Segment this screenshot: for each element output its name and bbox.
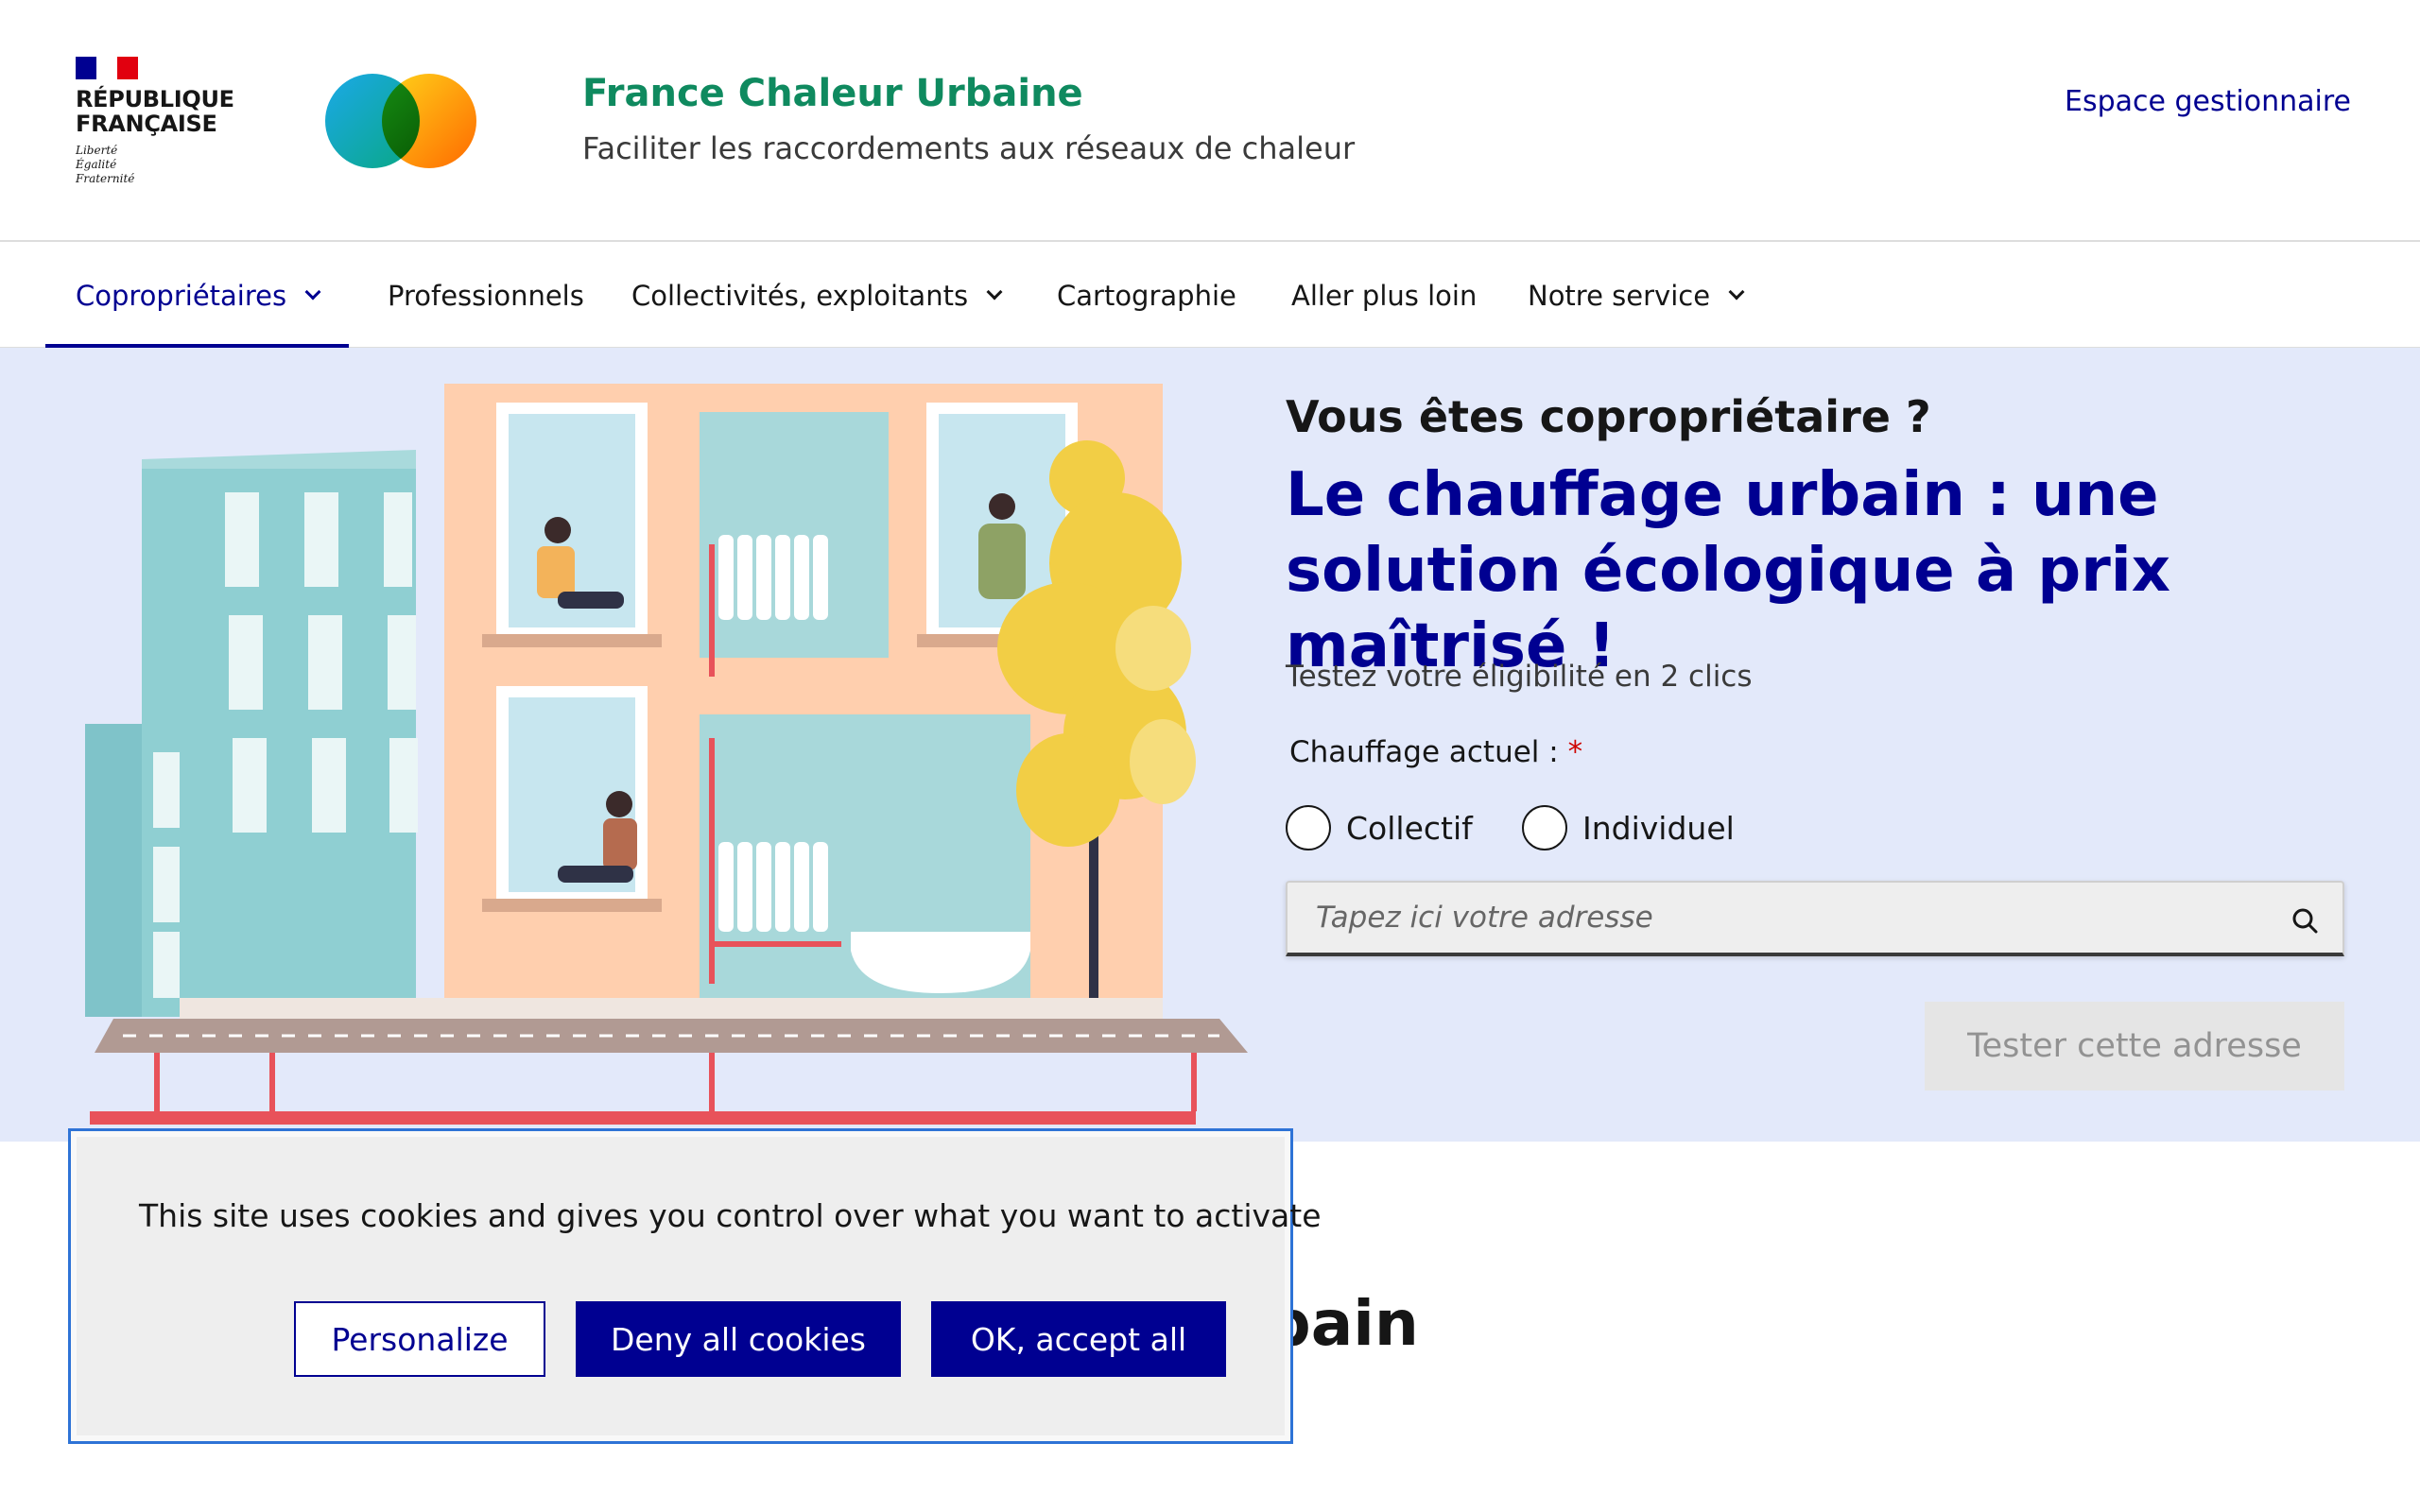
heating-label-text: Chauffage actuel : <box>1289 735 1559 769</box>
test-address-button[interactable]: Tester cette adresse <box>1925 1002 2344 1091</box>
radio-circle[interactable] <box>1522 805 1567 850</box>
gov-motto: Liberté Égalité Fraternité <box>76 144 227 186</box>
hero-pre-title: Vous êtes copropriétaire ? <box>1286 391 1931 442</box>
nav-item-collectivites[interactable]: Collectivités, exploitants <box>631 244 1003 348</box>
cookie-accept-button[interactable]: OK, accept all <box>931 1301 1226 1377</box>
chevron-down-icon <box>304 284 321 301</box>
radio-collectif[interactable]: Collectif <box>1286 805 1473 850</box>
main-navigation: Copropriétaires Professionnels Collectiv… <box>0 244 2420 348</box>
hero-subtitle: Testez votre éligibilité en 2 clics <box>1286 660 1753 694</box>
nav-item-label: Professionnels <box>388 280 584 312</box>
chevron-down-icon <box>986 284 1003 301</box>
cookie-message: This site uses cookies and gives you con… <box>139 1197 1322 1234</box>
radio-circle[interactable] <box>1286 805 1331 850</box>
cookie-deny-button[interactable]: Deny all cookies <box>576 1301 901 1377</box>
motto-line2: Égalité <box>76 158 117 171</box>
hero-section: Vous êtes copropriétaire ? Le chauffage … <box>0 348 2420 1142</box>
nav-item-label: Cartographie <box>1057 280 1236 312</box>
marianne-flag-icon <box>76 57 138 79</box>
nav-item-label: Collectivités, exploitants <box>631 280 969 312</box>
manager-space-link[interactable]: Espace gestionnaire <box>2065 85 2351 118</box>
search-icon[interactable] <box>2291 907 2318 934</box>
nav-item-label: Copropriétaires <box>76 280 287 312</box>
nav-item-professionnels[interactable]: Professionnels <box>388 244 584 348</box>
nav-item-coproprietaires[interactable]: Copropriétaires <box>44 244 350 348</box>
heating-type-label: Chauffage actuel : * <box>1289 735 1582 769</box>
radio-label: Collectif <box>1346 809 1473 847</box>
site-title[interactable]: France Chaleur Urbaine <box>582 72 1083 115</box>
republique-francaise-logo[interactable]: RÉPUBLIQUE FRANÇAISE Liberté Égalité Fra… <box>76 57 234 186</box>
hero-title: Le chauffage urbain : une solution écolo… <box>1286 460 2170 681</box>
radio-individuel[interactable]: Individuel <box>1522 805 1735 850</box>
motto-line1: Liberté <box>76 144 118 157</box>
site-tagline: Faciliter les raccordements aux réseaux … <box>582 130 1356 166</box>
nav-item-notre-service[interactable]: Notre service <box>1528 244 1745 348</box>
nav-item-label: Aller plus loin <box>1291 280 1478 312</box>
building-blue <box>142 459 416 1017</box>
motto-line3: Fraternité <box>76 172 135 185</box>
radio-label: Individuel <box>1582 809 1735 847</box>
gov-name: RÉPUBLIQUE FRANÇAISE <box>76 86 234 137</box>
fcu-logo[interactable] <box>325 74 476 168</box>
building-illustration <box>85 384 1248 1125</box>
address-search-field[interactable] <box>1286 881 2344 956</box>
chevron-down-icon <box>1728 284 1745 301</box>
gov-name-line1: RÉPUBLIQUE <box>76 86 234 112</box>
nav-item-label: Notre service <box>1528 280 1711 312</box>
gov-name-line2: FRANÇAISE <box>76 111 217 137</box>
required-asterisk: * <box>1567 735 1583 769</box>
cookie-personalize-button[interactable]: Personalize <box>294 1301 545 1377</box>
nav-item-cartographie[interactable]: Cartographie <box>1057 244 1236 348</box>
nav-item-aller-plus-loin[interactable]: Aller plus loin <box>1291 244 1477 348</box>
address-input[interactable] <box>1288 883 2342 953</box>
cookie-banner: This site uses cookies and gives you con… <box>68 1128 1322 1444</box>
site-header: RÉPUBLIQUE FRANÇAISE Liberté Égalité Fra… <box>0 0 2420 242</box>
fcu-logo-circle-orange <box>382 74 476 168</box>
